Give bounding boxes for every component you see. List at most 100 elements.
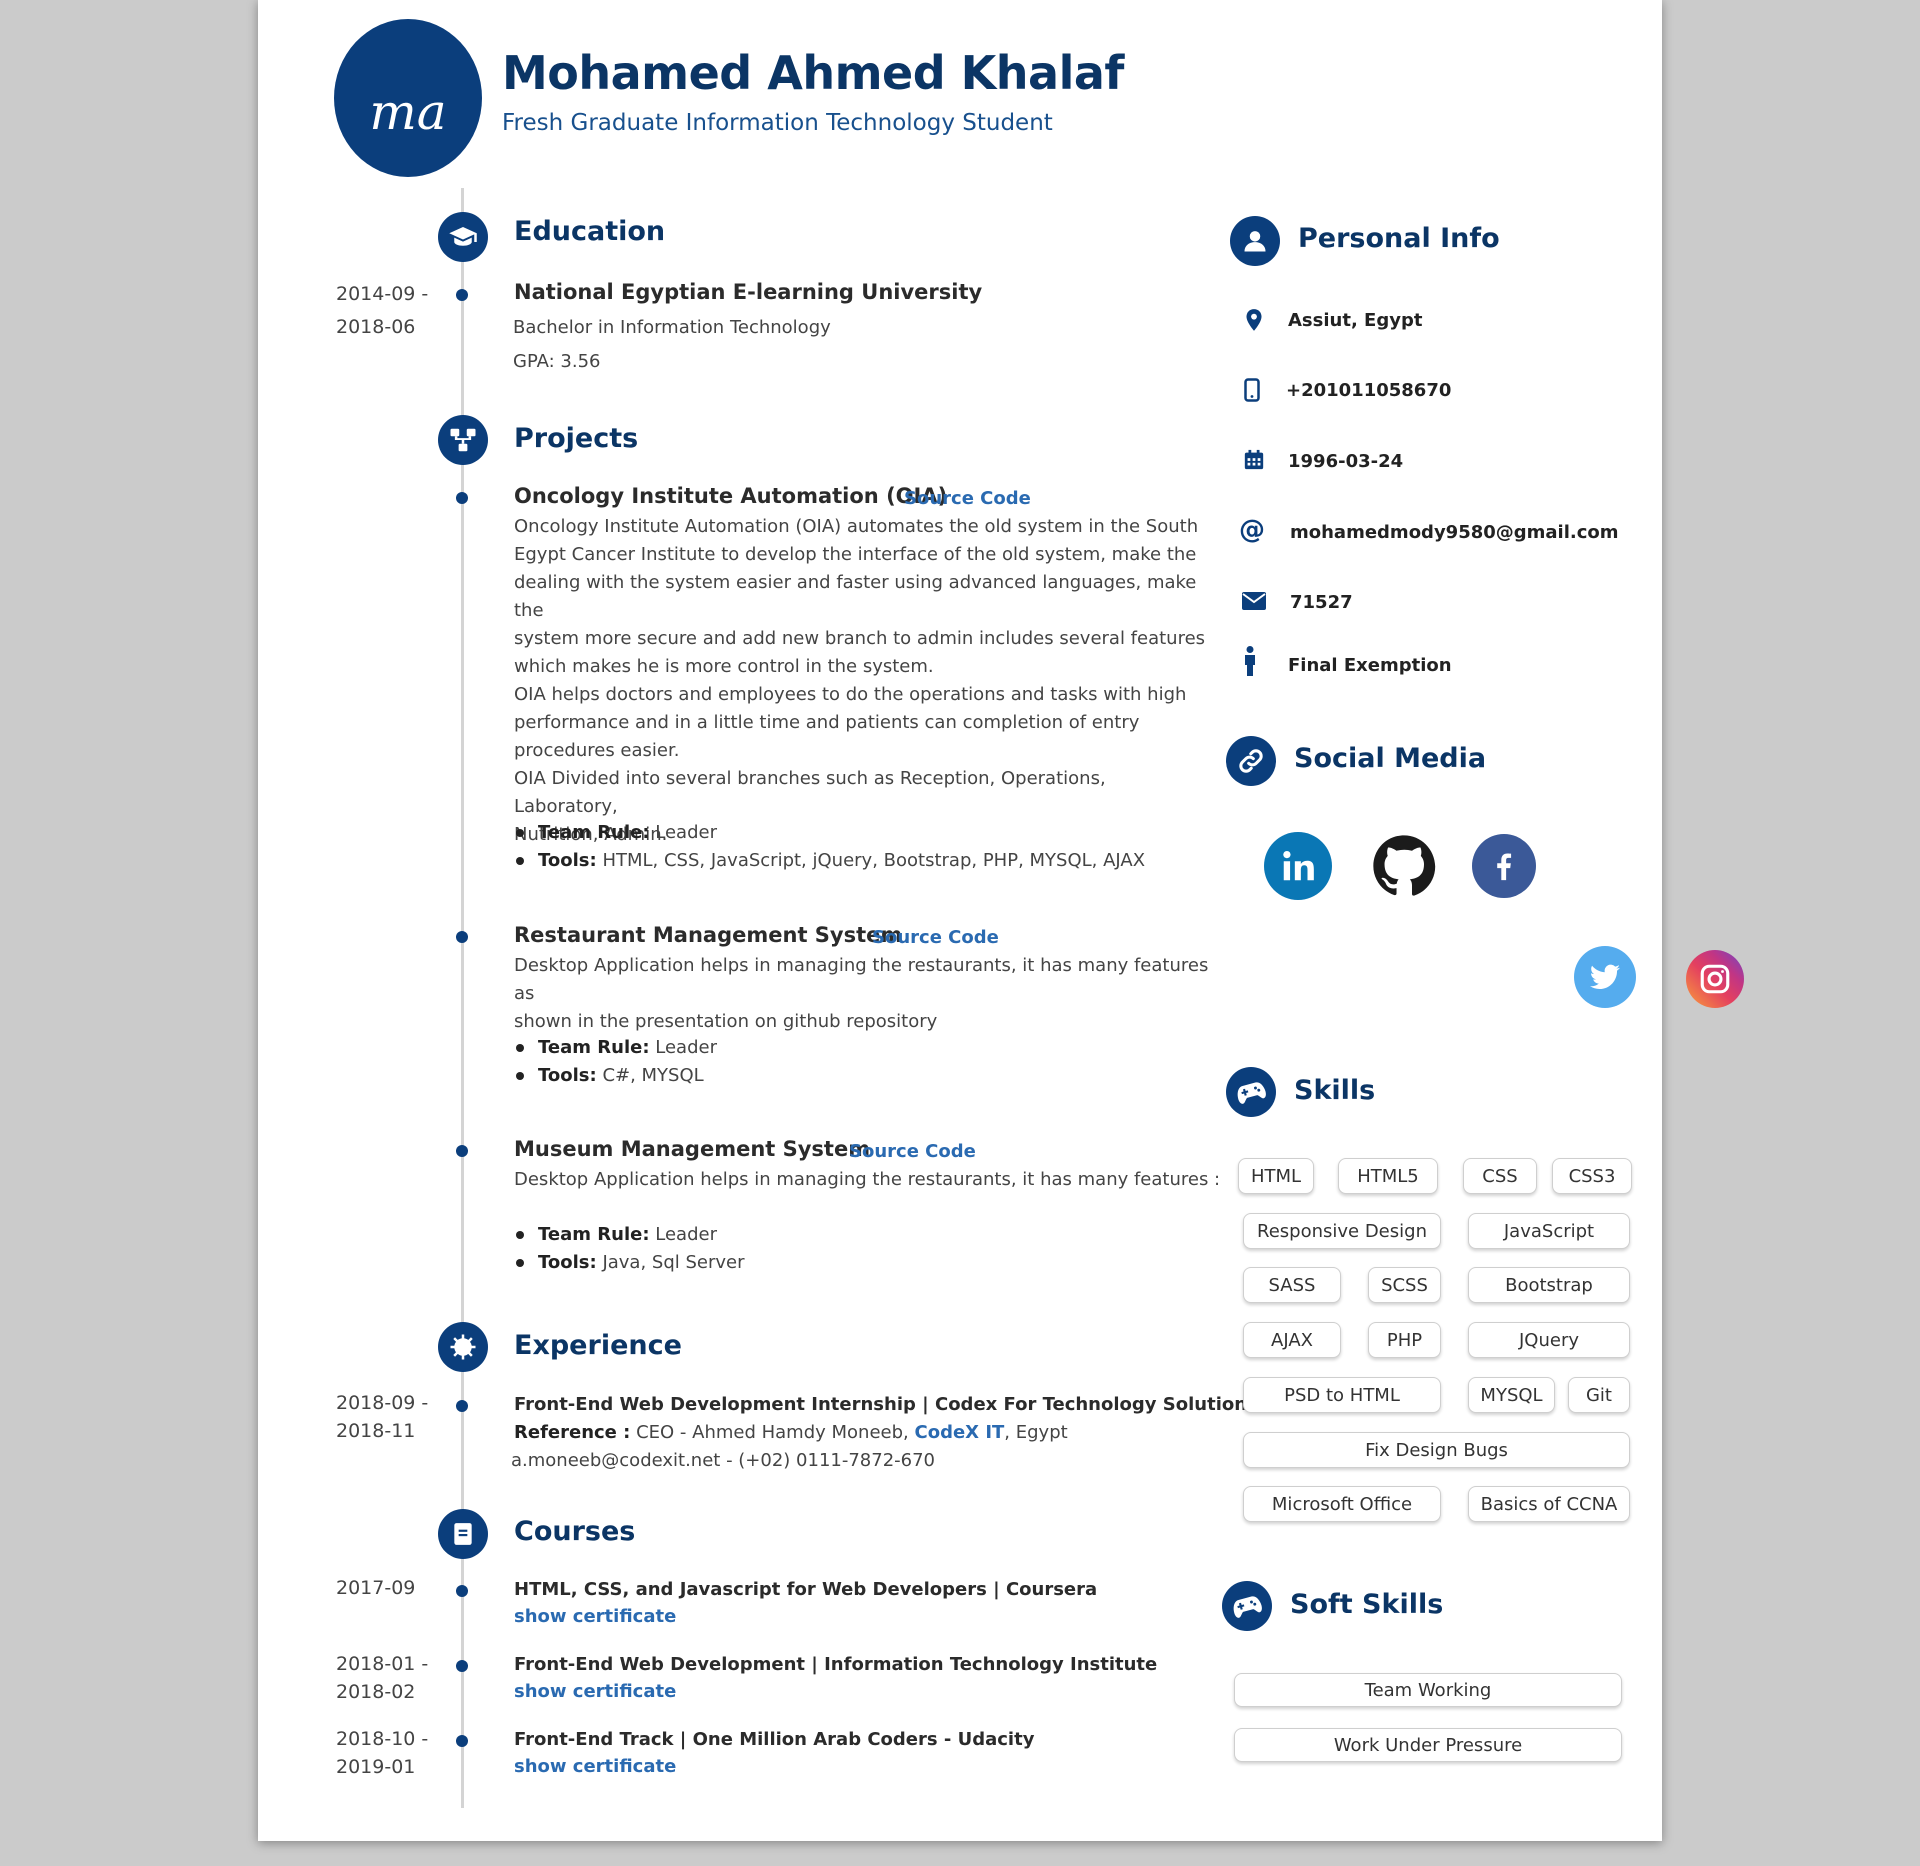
skill-tag: Bootstrap [1468, 1267, 1630, 1303]
page-subtitle: Fresh Graduate Information Technology St… [502, 110, 1053, 136]
link-icon [1226, 736, 1276, 786]
team-label: Team Rule: [538, 1224, 650, 1245]
desc-line: performance and in a little time and pat… [514, 712, 1140, 733]
course-date: 2018-01 - 2018-02 [336, 1650, 428, 1706]
tools-label: Tools: [538, 850, 597, 871]
team-label: Team Rule: [538, 1037, 650, 1058]
facebook-icon[interactable] [1472, 834, 1536, 898]
date-start: 2018-09 - [336, 1392, 429, 1414]
social-media-heading: Social Media [1294, 743, 1487, 774]
project-title: Museum Management System [514, 1137, 871, 1161]
education-degree: Bachelor in Information Technology [513, 317, 831, 338]
person-icon [1236, 646, 1264, 676]
desc-line: OIA helps doctors and employees to do th… [514, 684, 1187, 705]
skill-tag: JavaScript [1468, 1213, 1630, 1249]
experience-date: 2018-09 - 2018-11 [336, 1389, 428, 1445]
list-item: Tools: HTML, CSS, JavaScript, jQuery, Bo… [514, 847, 1145, 875]
show-certificate-link[interactable]: show certificate [514, 1606, 676, 1627]
resume-page: ma Mohamed Ahmed Khalaf Fresh Graduate I… [258, 0, 1744, 1841]
project-description: Desktop Application helps in managing th… [514, 952, 1234, 1036]
education-school: National Egyptian E-learning University [514, 280, 983, 304]
soft-skill-tag: Team Working [1234, 1673, 1622, 1707]
list-item: Team Rule: Leader [514, 819, 1145, 847]
skill-tag: Basics of CCNA [1468, 1486, 1630, 1522]
project-meta-list: Team Rule: Leader Tools: Java, Sql Serve… [514, 1221, 745, 1277]
twitter-icon[interactable] [1574, 946, 1636, 1008]
location-text: Assiut, Egypt [1288, 310, 1423, 331]
tools-value: Java, Sql Server [602, 1252, 745, 1273]
project-meta-list: Team Rule: Leader Tools: HTML, CSS, Java… [514, 819, 1145, 875]
show-certificate-link[interactable]: show certificate [514, 1681, 676, 1702]
skill-tag: Microsoft Office [1243, 1486, 1441, 1522]
date-end: 2018-02 [336, 1681, 416, 1703]
user-icon [1230, 216, 1280, 266]
project-meta-list: Team Rule: Leader Tools: C#, MYSQL [514, 1034, 717, 1090]
page-title: Mohamed Ahmed Khalaf [502, 46, 1124, 100]
course-title: HTML, CSS, and Javascript for Web Develo… [514, 1579, 1098, 1600]
tools-value: HTML, CSS, JavaScript, jQuery, Bootstrap… [602, 850, 1146, 871]
experience-reference: Reference : CEO - Ahmed Hamdy Moneeb, Co… [514, 1419, 1068, 1447]
date-end: 2019-01 [336, 1756, 416, 1778]
postal-code-text: 71527 [1290, 592, 1353, 613]
timeline-dot [456, 931, 468, 943]
logo-text: ma [369, 83, 447, 141]
list-item: Team Rule: Leader [514, 1221, 745, 1249]
linkedin-icon[interactable] [1264, 832, 1332, 900]
list-item: Tools: Java, Sql Server [514, 1249, 745, 1277]
desc-line: Desktop Application helps in managing th… [514, 955, 1209, 1004]
personal-info-heading: Personal Info [1298, 223, 1500, 254]
team-value: Leader [655, 1224, 717, 1245]
team-value: Leader [655, 822, 717, 843]
desc-line: procedures easier. [514, 740, 680, 761]
timeline-dot [456, 1735, 468, 1747]
source-code-link[interactable]: Source Code [872, 927, 999, 948]
skill-tag: PSD to HTML [1243, 1377, 1441, 1413]
soft-skills-heading: Soft Skills [1290, 1589, 1444, 1620]
project-description: Oncology Institute Automation (OIA) auto… [514, 513, 1214, 849]
desc-line: Desktop Application helps in managing th… [514, 1169, 1221, 1190]
project-description: Desktop Application helps in managing th… [514, 1166, 1234, 1194]
desc-line: OIA Divided into several branches such a… [514, 768, 1106, 817]
experience-contact: a.moneeb@codexit.net - (+02) 0111-7872-6… [511, 1450, 936, 1471]
github-icon[interactable] [1372, 834, 1436, 898]
education-gpa: GPA: 3.56 [513, 351, 601, 372]
desc-line: which makes he is more control in the sy… [514, 656, 934, 677]
timeline-dot [456, 1660, 468, 1672]
list-item: Team Rule: Leader [514, 1034, 717, 1062]
skill-tag: Git [1568, 1377, 1630, 1413]
timeline-dot [456, 492, 468, 504]
company-link[interactable]: CodeX IT [915, 1422, 1005, 1443]
show-certificate-link[interactable]: show certificate [514, 1756, 676, 1777]
book-icon [438, 1509, 488, 1559]
skill-tag: AJAX [1243, 1322, 1341, 1358]
soft-skill-tag: Work Under Pressure [1234, 1728, 1622, 1762]
tools-label: Tools: [538, 1252, 597, 1273]
gamepad-icon [1226, 1067, 1276, 1117]
sitemap-icon [438, 415, 488, 465]
team-value: Leader [655, 1037, 717, 1058]
project-title: Oncology Institute Automation (OIA) [514, 484, 948, 508]
envelope-icon [1240, 592, 1268, 610]
skill-tag: Fix Design Bugs [1243, 1432, 1630, 1468]
projects-heading: Projects [514, 423, 639, 454]
source-code-link[interactable]: Source Code [849, 1141, 976, 1162]
date-end: 2018-06 [336, 316, 416, 338]
date-start: 2014-09 - [336, 283, 429, 305]
education-date: 2014-09 - 2018-06 [336, 278, 428, 344]
date-end: 2018-11 [336, 1420, 416, 1442]
mobile-phone-icon [1238, 378, 1266, 402]
skill-tag: CSS3 [1552, 1158, 1632, 1194]
skill-tag: SCSS [1368, 1267, 1441, 1303]
education-details: Bachelor in Information Technology GPA: … [513, 314, 831, 376]
instagram-icon[interactable] [1686, 950, 1744, 1008]
tools-label: Tools: [538, 1065, 597, 1086]
timeline-dot [456, 1585, 468, 1597]
at-icon: @ [1239, 515, 1265, 545]
skill-tag: HTML5 [1338, 1158, 1438, 1194]
course-date: 2017-09 [336, 1574, 415, 1602]
course-title: Front-End Web Development | Information … [514, 1654, 1158, 1675]
project-title: Restaurant Management System [514, 923, 903, 947]
map-marker-icon [1240, 308, 1268, 332]
source-code-link[interactable]: Source Code [904, 488, 1031, 509]
skill-tag: SASS [1243, 1267, 1341, 1303]
